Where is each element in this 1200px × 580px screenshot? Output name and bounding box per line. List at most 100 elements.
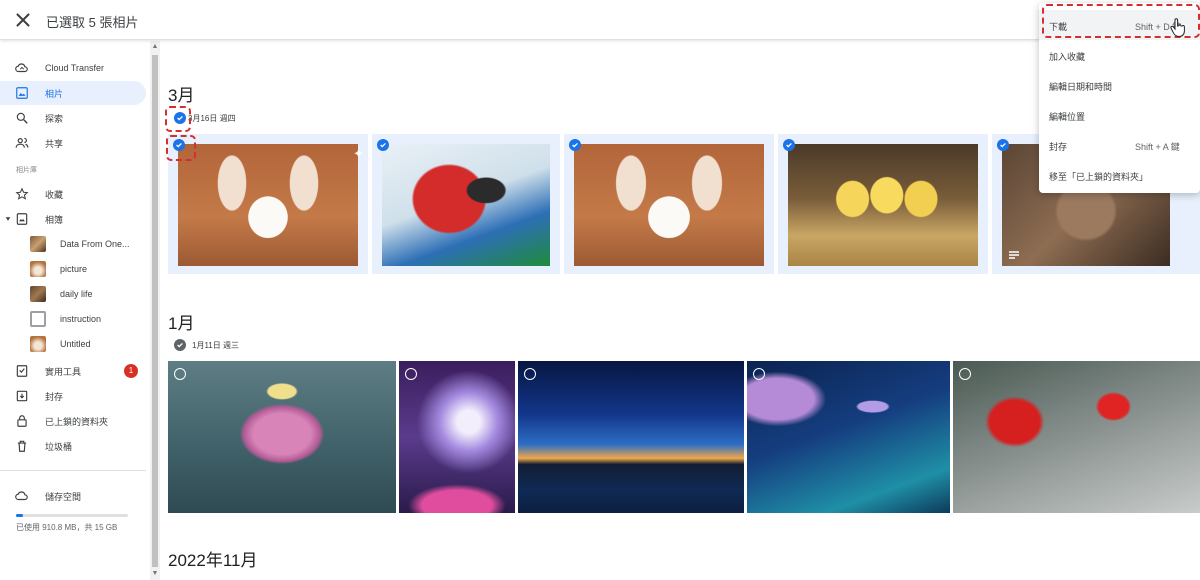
nav-sharing[interactable]: 共享 bbox=[0, 131, 146, 155]
nav-label: 已上鎖的資料夾 bbox=[45, 416, 109, 427]
menu-item-archive[interactable]: 封存 Shift + A 鍵 bbox=[1039, 130, 1200, 160]
sidebar: Cloud Transfer 相片 探索 共享 相片庫 收藏 相簿 Data F… bbox=[0, 41, 150, 580]
selection-toolbar: 已選取 5 張相片 bbox=[0, 0, 1200, 40]
nav-label: 儲存空間 bbox=[45, 491, 82, 502]
section-title: 2022年11月 bbox=[168, 551, 258, 570]
date-group-header[interactable]: 3月16日 週四 bbox=[174, 112, 236, 124]
cloud-sync-icon bbox=[15, 63, 28, 73]
photo-tile-fennec-1[interactable]: ✦ bbox=[168, 134, 368, 274]
scroll-up-icon[interactable]: ▲ bbox=[151, 43, 159, 51]
nav-photos[interactable]: 相片 bbox=[0, 81, 146, 105]
section-title: 3月 bbox=[168, 86, 195, 105]
album-thumbnail bbox=[30, 286, 46, 302]
selection-count: 已選取 5 張相片 bbox=[46, 15, 139, 30]
checkmark-icon[interactable] bbox=[174, 112, 186, 124]
nav-cloud-transfer[interactable]: Cloud Transfer bbox=[0, 56, 146, 80]
photo-tile-ducklings[interactable] bbox=[778, 134, 988, 274]
close-icon[interactable] bbox=[12, 9, 34, 31]
menu-label: 封存 bbox=[1049, 142, 1068, 152]
nav-label: 收藏 bbox=[45, 189, 64, 200]
nav-locked-folder[interactable]: 已上鎖的資料夾 bbox=[0, 409, 146, 433]
photo-tile-fantasy-tree[interactable] bbox=[399, 361, 515, 513]
album-label: Data From One... bbox=[60, 239, 130, 249]
sidebar-scroll-thumb[interactable] bbox=[152, 55, 158, 567]
menu-item-add-favorite[interactable]: 加入收藏 bbox=[1039, 40, 1200, 70]
cloud-icon bbox=[15, 491, 28, 501]
select-circle-icon[interactable] bbox=[405, 368, 417, 380]
photo-tile-rose[interactable] bbox=[168, 361, 396, 513]
menu-label: 編輯位置 bbox=[1049, 112, 1086, 122]
album-thumbnail bbox=[30, 336, 46, 352]
expand-triangle-icon[interactable] bbox=[4, 212, 12, 226]
checklist-icon bbox=[16, 365, 28, 377]
album-label: picture bbox=[60, 264, 88, 274]
select-circle-icon[interactable] bbox=[524, 368, 536, 380]
album-label: Untitled bbox=[60, 339, 91, 349]
caption-icon bbox=[1009, 251, 1019, 259]
nav-trash[interactable]: 垃圾桶 bbox=[0, 434, 146, 458]
photo-tile-parrot[interactable] bbox=[372, 134, 560, 274]
photo-icon bbox=[16, 87, 28, 99]
menu-shortcut: Shift + A 鍵 bbox=[1135, 142, 1180, 152]
nav-label: 相片 bbox=[45, 88, 64, 99]
album-thumbnail bbox=[30, 311, 46, 327]
nav-label: 封存 bbox=[45, 391, 64, 402]
album-item-picture[interactable]: picture bbox=[0, 258, 146, 280]
search-icon bbox=[16, 112, 28, 124]
checkmark-icon[interactable] bbox=[783, 139, 795, 151]
photo-tile-moon-petal[interactable] bbox=[747, 361, 950, 513]
select-circle-icon[interactable] bbox=[959, 368, 971, 380]
nav-label: 垃圾桶 bbox=[45, 441, 73, 452]
album-thumbnail bbox=[30, 236, 46, 252]
nav-favorites[interactable]: 收藏 bbox=[0, 182, 146, 206]
checkmark-icon[interactable] bbox=[377, 139, 389, 151]
archive-icon bbox=[16, 390, 28, 402]
hand-cursor-icon bbox=[1170, 18, 1185, 38]
menu-label: 下載 bbox=[1049, 22, 1068, 32]
library-label: 相片庫 bbox=[16, 167, 37, 174]
album-item-data-from-one[interactable]: Data From One... bbox=[0, 233, 146, 255]
nav-label: 實用工具 bbox=[45, 366, 82, 377]
menu-item-edit-date-time[interactable]: 編輯日期和時間 bbox=[1039, 70, 1200, 100]
star-icon bbox=[15, 187, 29, 200]
nav-storage[interactable]: 儲存空間 bbox=[0, 484, 146, 508]
nav-label: 相簿 bbox=[45, 214, 64, 225]
photo-tile-fennec-2[interactable] bbox=[564, 134, 774, 274]
section-title: 1月 bbox=[168, 314, 195, 333]
album-thumbnail bbox=[30, 261, 46, 277]
trash-icon bbox=[17, 440, 27, 452]
menu-label: 移至「已上鎖的資料夾」 bbox=[1049, 172, 1149, 182]
menu-item-move-locked-folder[interactable]: 移至「已上鎖的資料夾」 bbox=[1039, 160, 1200, 190]
album-label: daily life bbox=[60, 289, 93, 299]
checkmark-icon[interactable] bbox=[569, 139, 581, 151]
album-item-instruction[interactable]: instruction bbox=[0, 308, 146, 330]
storage-meter bbox=[16, 514, 128, 517]
date-group-header[interactable]: 1月11日 週三 bbox=[174, 339, 239, 351]
storage-usage-text: 已使用 910.8 MB，共 15 GB bbox=[16, 523, 118, 532]
menu-label: 加入收藏 bbox=[1049, 52, 1086, 62]
nav-explore[interactable]: 探索 bbox=[0, 106, 146, 130]
nav-albums[interactable]: 相簿 bbox=[0, 207, 146, 231]
checkmark-icon[interactable] bbox=[174, 339, 186, 351]
photo-tile-hibiscus-hummingbird[interactable] bbox=[953, 361, 1200, 513]
nav-utilities[interactable]: 實用工具 1 bbox=[0, 359, 146, 383]
select-circle-icon[interactable] bbox=[753, 368, 765, 380]
album-icon bbox=[16, 213, 28, 225]
sidebar-divider bbox=[0, 470, 146, 471]
nav-label: 共享 bbox=[45, 138, 64, 149]
menu-item-edit-location[interactable]: 編輯位置 bbox=[1039, 100, 1200, 130]
checkmark-icon[interactable] bbox=[173, 139, 185, 151]
album-item-daily-life[interactable]: daily life bbox=[0, 283, 146, 305]
storage-meter-fill bbox=[16, 514, 23, 517]
nav-label: 探索 bbox=[45, 113, 64, 124]
menu-label: 編輯日期和時間 bbox=[1049, 82, 1113, 92]
checkmark-icon[interactable] bbox=[997, 139, 1009, 151]
lock-icon bbox=[17, 415, 27, 427]
select-circle-icon[interactable] bbox=[174, 368, 186, 380]
album-item-untitled[interactable]: Untitled bbox=[0, 333, 146, 355]
photo-tile-sunset-lake[interactable] bbox=[518, 361, 744, 513]
nav-archive[interactable]: 封存 bbox=[0, 384, 146, 408]
scroll-down-icon[interactable]: ▼ bbox=[151, 570, 159, 578]
date-label: 3月16日 週四 bbox=[188, 113, 236, 123]
nav-label: Cloud Transfer bbox=[45, 63, 105, 73]
